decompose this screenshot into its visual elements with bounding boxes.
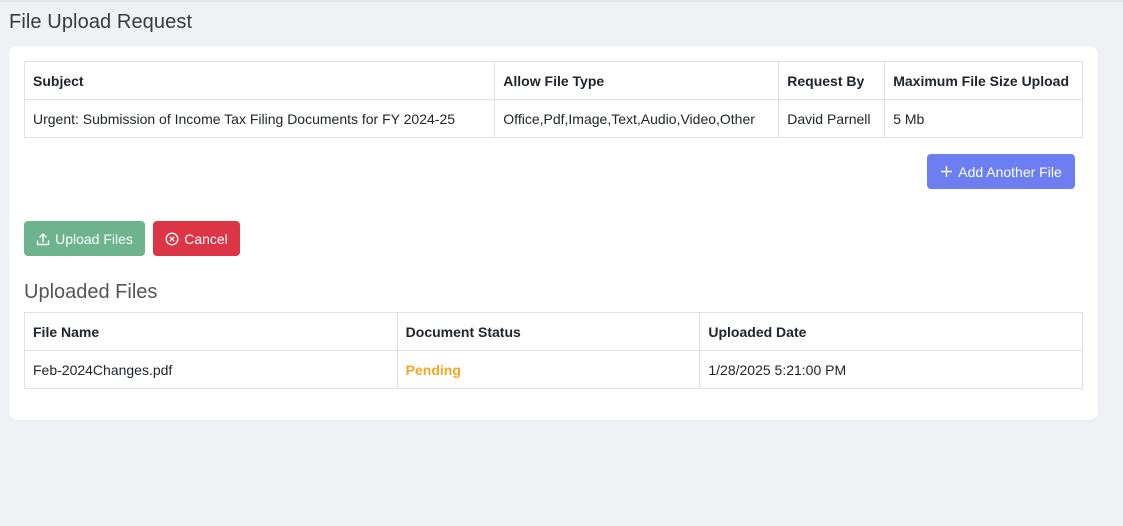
cell-allow-file-type: Office,Pdf,Image,Text,Audio,Video,Other	[494, 99, 780, 138]
cell-subject: Urgent: Submission of Income Tax Filing …	[23, 99, 496, 138]
page-title: File Upload Request	[9, 11, 193, 33]
plus-icon	[940, 165, 953, 178]
cell-request-by: David Parnell	[778, 99, 886, 138]
column-header-request-by: Request By	[778, 61, 886, 100]
column-header-document-status: Document Status	[396, 312, 701, 351]
column-header-allow-file-type: Allow File Type	[494, 61, 780, 100]
cancel-button[interactable]: Cancel	[153, 221, 240, 256]
uploaded-files-title: Uploaded Files	[24, 281, 158, 303]
upload-files-button[interactable]: Upload Files	[24, 221, 145, 256]
upload-icon	[36, 232, 50, 246]
table-row: Urgent: Submission of Income Tax Filing …	[23, 99, 1083, 138]
status-badge: Pending	[396, 350, 701, 389]
add-another-file-button[interactable]: Add Another File	[927, 154, 1075, 189]
add-another-file-label: Add Another File	[958, 163, 1062, 180]
top-strip	[0, 0, 1123, 2]
cell-uploaded-date: 1/28/2025 5:21:00 PM	[699, 350, 1083, 389]
cell-max-file-size: 5 Mb	[884, 99, 1083, 138]
uploaded-files-table: File Name Document Status Uploaded Date …	[24, 312, 1083, 389]
column-header-subject: Subject	[23, 61, 496, 100]
upload-files-label: Upload Files	[55, 230, 133, 247]
request-details-table: Subject Allow File Type Request By Maxim…	[23, 61, 1083, 138]
upload-request-card: Subject Allow File Type Request By Maxim…	[9, 46, 1098, 420]
table-header-row: Subject Allow File Type Request By Maxim…	[23, 61, 1083, 100]
circle-x-icon	[165, 232, 179, 246]
table-header-row: File Name Document Status Uploaded Date	[24, 312, 1083, 351]
column-header-uploaded-date: Uploaded Date	[699, 312, 1083, 351]
table-row: Feb-2024Changes.pdf Pending 1/28/2025 5:…	[24, 350, 1083, 389]
column-header-file-name: File Name	[24, 312, 398, 351]
column-header-max-file-size: Maximum File Size Upload	[884, 61, 1083, 100]
cell-file-name: Feb-2024Changes.pdf	[24, 350, 398, 389]
cancel-label: Cancel	[184, 230, 228, 247]
